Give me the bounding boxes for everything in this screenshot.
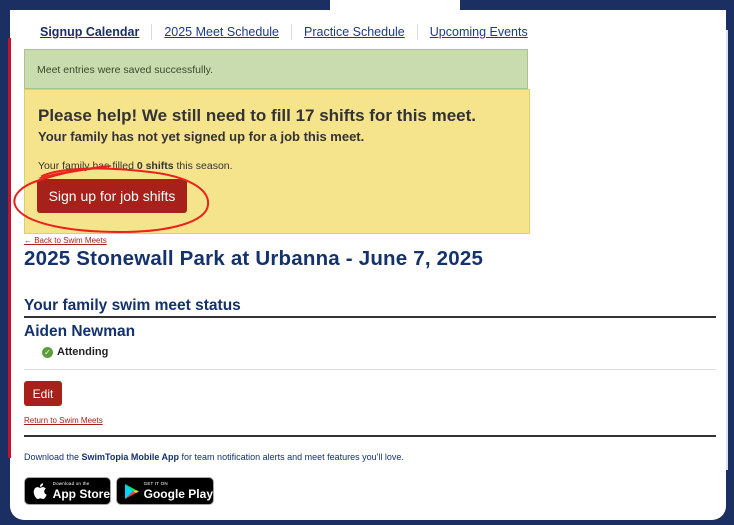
- right-accent-line: [726, 30, 728, 470]
- edit-button[interactable]: Edit: [24, 381, 62, 406]
- nav-tabs: Signup Calendar 2025 Meet Schedule Pract…: [26, 24, 540, 44]
- tab-signup-calendar[interactable]: Signup Calendar: [26, 24, 151, 40]
- signup-job-shifts-button[interactable]: Sign up for job shifts: [37, 179, 187, 213]
- app-name[interactable]: SwimTopia Mobile App: [82, 452, 180, 462]
- attendance-label: Attending: [57, 346, 109, 358]
- warning-subtitle: Your family has not yet signed up for a …: [38, 129, 365, 144]
- filled-count: 0 shifts: [136, 160, 174, 172]
- filled-prefix: Your family has filled: [38, 160, 137, 172]
- section-title: Your family swim meet status: [24, 297, 241, 314]
- download-prefix: Download the: [24, 452, 82, 462]
- shifts-filled-text: Your family has filled 0 shifts this sea…: [38, 160, 233, 172]
- divider-thick: [24, 435, 716, 437]
- filled-suffix: this season.: [173, 160, 233, 172]
- app-store-badge[interactable]: Download on the App Store: [24, 477, 111, 505]
- back-to-swim-meets-link[interactable]: ← Back to Swim Meets: [24, 236, 107, 245]
- shift-warning-alert: Please help! We still need to fill 17 sh…: [24, 89, 530, 234]
- warning-title: Please help! We still need to fill 17 sh…: [38, 106, 477, 125]
- return-to-swim-meets-link[interactable]: Return to Swim Meets: [24, 416, 103, 425]
- googleplay-big-text: Google Play: [143, 486, 213, 501]
- left-accent-line: [8, 38, 11, 458]
- google-play-icon: [122, 480, 142, 502]
- download-suffix: for team notification alerts and meet fe…: [179, 452, 404, 462]
- success-alert: Meet entries were saved successfully.: [24, 49, 528, 89]
- appstore-big-text: App Store: [52, 486, 110, 501]
- apple-icon: [30, 480, 51, 502]
- download-app-text: Download the SwimTopia Mobile App for te…: [24, 452, 404, 462]
- check-circle-icon: ✓: [42, 346, 53, 358]
- meet-title: 2025 Stonewall Park at Urbanna - June 7,…: [24, 247, 484, 270]
- family-status-heading: Your family swim meet status: [24, 297, 716, 318]
- divider: [24, 369, 716, 370]
- swimmer-name: Aiden Newman: [24, 323, 136, 340]
- attendance-status: ✓ Attending: [42, 346, 108, 358]
- google-play-badge[interactable]: GET IT ON Google Play: [116, 477, 214, 505]
- tab-practice-schedule[interactable]: Practice Schedule: [291, 24, 417, 40]
- tab-upcoming-events[interactable]: Upcoming Events: [416, 24, 540, 40]
- tab-meet-schedule[interactable]: 2025 Meet Schedule: [151, 24, 291, 40]
